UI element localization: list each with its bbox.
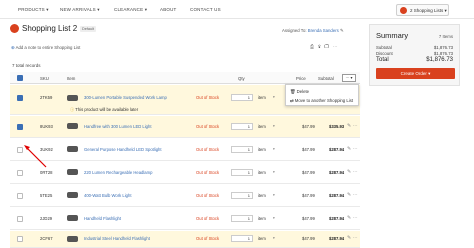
annotation-arrow (24, 145, 47, 168)
arrow-head (24, 145, 30, 150)
arrow-line (26, 147, 47, 168)
